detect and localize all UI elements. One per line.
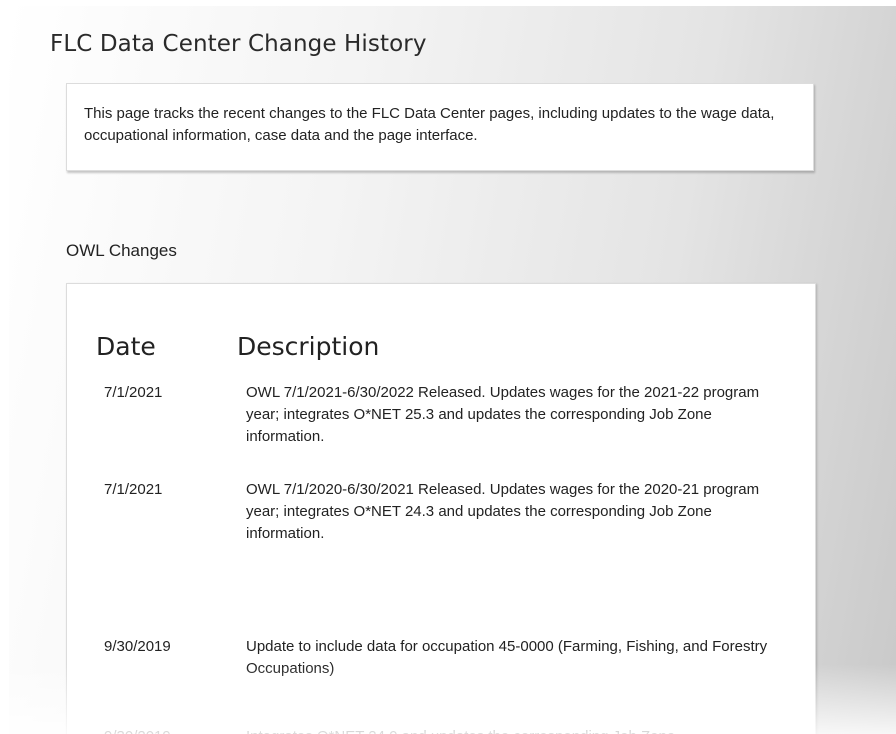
row-description: OWL 7/1/2020-6/30/2021 Released. Updates… <box>246 481 760 542</box>
page-content: FLC Data Center Change History This page… <box>9 6 896 734</box>
row-description: Integrates O*NET 24.0 and updates the co… <box>246 726 774 734</box>
row-date: 7/1/2021 <box>104 384 163 401</box>
owl-changes-table: Date Description 7/1/2021 OWL 7/1/2021-6… <box>66 283 816 734</box>
page-title: FLC Data Center Change History <box>50 31 427 57</box>
row-date: 9/30/2019 <box>104 726 171 734</box>
description-column-header: Description <box>237 332 380 361</box>
intro-box: This page tracks the recent changes to t… <box>66 83 814 171</box>
date-column-header: Date <box>96 332 156 361</box>
row-date: 9/30/2019 <box>104 638 171 655</box>
section-title-owl-changes: OWL Changes <box>66 241 177 260</box>
intro-text: This page tracks the recent changes to t… <box>84 105 775 144</box>
row-date: 7/1/2021 <box>104 481 163 498</box>
row-description: OWL 7/1/2021-6/30/2022 Released. Updates… <box>246 384 760 445</box>
row-description: Update to include data for occupation 45… <box>246 638 768 677</box>
